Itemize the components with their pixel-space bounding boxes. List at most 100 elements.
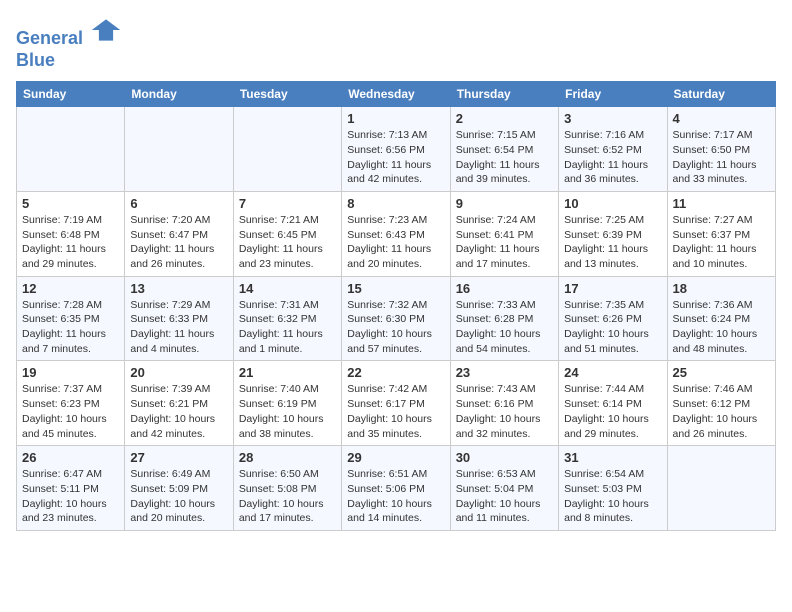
calendar-cell: 4 Sunrise: 7:17 AM Sunset: 6:50 PM Daylig… — [667, 107, 775, 192]
day-info: Sunrise: 7:36 AM Sunset: 6:24 PM Dayligh… — [673, 298, 770, 357]
calendar-cell: 21 Sunrise: 7:40 AM Sunset: 6:19 PM Dayli… — [233, 361, 341, 446]
calendar-cell: 7 Sunrise: 7:21 AM Sunset: 6:45 PM Daylig… — [233, 191, 341, 276]
day-header-saturday: Saturday — [667, 82, 775, 107]
day-number: 17 — [564, 281, 661, 296]
day-info: Sunrise: 7:43 AM Sunset: 6:16 PM Dayligh… — [456, 382, 553, 441]
day-number: 6 — [130, 196, 227, 211]
day-header-tuesday: Tuesday — [233, 82, 341, 107]
day-info: Sunrise: 6:51 AM Sunset: 5:06 PM Dayligh… — [347, 467, 444, 526]
day-info: Sunrise: 7:24 AM Sunset: 6:41 PM Dayligh… — [456, 213, 553, 272]
day-info: Sunrise: 7:15 AM Sunset: 6:54 PM Dayligh… — [456, 128, 553, 187]
day-number: 16 — [456, 281, 553, 296]
day-number: 9 — [456, 196, 553, 211]
day-info: Sunrise: 7:46 AM Sunset: 6:12 PM Dayligh… — [673, 382, 770, 441]
day-info: Sunrise: 6:50 AM Sunset: 5:08 PM Dayligh… — [239, 467, 336, 526]
day-number: 10 — [564, 196, 661, 211]
day-info: Sunrise: 7:13 AM Sunset: 6:56 PM Dayligh… — [347, 128, 444, 187]
day-info: Sunrise: 7:32 AM Sunset: 6:30 PM Dayligh… — [347, 298, 444, 357]
day-info: Sunrise: 7:27 AM Sunset: 6:37 PM Dayligh… — [673, 213, 770, 272]
day-number: 4 — [673, 111, 770, 126]
calendar-cell: 15 Sunrise: 7:32 AM Sunset: 6:30 PM Dayli… — [342, 276, 450, 361]
day-info: Sunrise: 7:20 AM Sunset: 6:47 PM Dayligh… — [130, 213, 227, 272]
calendar-cell: 10Sunrise: 7:25 AM Sunset: 6:39 PM Dayli… — [559, 191, 667, 276]
calendar-cell: 26 Sunrise: 6:47 AM Sunset: 5:11 PM Dayli… — [17, 446, 125, 531]
day-number: 23 — [456, 365, 553, 380]
week-row-3: 19Sunrise: 7:37 AM Sunset: 6:23 PM Dayli… — [17, 361, 776, 446]
day-number: 15 — [347, 281, 444, 296]
calendar-table: SundayMondayTuesdayWednesdayThursdayFrid… — [16, 81, 776, 531]
day-number: 14 — [239, 281, 336, 296]
day-number: 18 — [673, 281, 770, 296]
day-header-thursday: Thursday — [450, 82, 558, 107]
day-number: 13 — [130, 281, 227, 296]
day-info: Sunrise: 7:40 AM Sunset: 6:19 PM Dayligh… — [239, 382, 336, 441]
calendar-cell — [17, 107, 125, 192]
calendar-cell: 28Sunrise: 6:50 AM Sunset: 5:08 PM Dayli… — [233, 446, 341, 531]
day-number: 26 — [22, 450, 119, 465]
day-number: 25 — [673, 365, 770, 380]
calendar-cell: 13 Sunrise: 7:29 AM Sunset: 6:33 PM Dayli… — [125, 276, 233, 361]
day-info: Sunrise: 7:31 AM Sunset: 6:32 PM Dayligh… — [239, 298, 336, 357]
day-info: Sunrise: 6:54 AM Sunset: 5:03 PM Dayligh… — [564, 467, 661, 526]
calendar-cell: 11 Sunrise: 7:27 AM Sunset: 6:37 PM Dayli… — [667, 191, 775, 276]
day-info: Sunrise: 7:28 AM Sunset: 6:35 PM Dayligh… — [22, 298, 119, 357]
calendar-cell: 31Sunrise: 6:54 AM Sunset: 5:03 PM Dayli… — [559, 446, 667, 531]
calendar-cell: 19Sunrise: 7:37 AM Sunset: 6:23 PM Dayli… — [17, 361, 125, 446]
calendar-cell: 17Sunrise: 7:35 AM Sunset: 6:26 PM Dayli… — [559, 276, 667, 361]
day-info: Sunrise: 7:29 AM Sunset: 6:33 PM Dayligh… — [130, 298, 227, 357]
page-header: General Blue — [16, 16, 776, 71]
day-number: 27 — [130, 450, 227, 465]
day-number: 8 — [347, 196, 444, 211]
week-row-2: 12 Sunrise: 7:28 AM Sunset: 6:35 PM Dayli… — [17, 276, 776, 361]
calendar-body: 1 Sunrise: 7:13 AM Sunset: 6:56 PM Daylig… — [17, 107, 776, 531]
calendar-cell — [667, 446, 775, 531]
day-number: 29 — [347, 450, 444, 465]
day-number: 21 — [239, 365, 336, 380]
day-info: Sunrise: 7:39 AM Sunset: 6:21 PM Dayligh… — [130, 382, 227, 441]
calendar-cell: 8 Sunrise: 7:23 AM Sunset: 6:43 PM Daylig… — [342, 191, 450, 276]
calendar-cell: 30 Sunrise: 6:53 AM Sunset: 5:04 PM Dayli… — [450, 446, 558, 531]
calendar-cell: 23 Sunrise: 7:43 AM Sunset: 6:16 PM Dayli… — [450, 361, 558, 446]
calendar-cell: 5 Sunrise: 7:19 AM Sunset: 6:48 PM Daylig… — [17, 191, 125, 276]
day-info: Sunrise: 7:17 AM Sunset: 6:50 PM Dayligh… — [673, 128, 770, 187]
calendar-cell — [233, 107, 341, 192]
day-number: 24 — [564, 365, 661, 380]
day-number: 30 — [456, 450, 553, 465]
day-info: Sunrise: 7:44 AM Sunset: 6:14 PM Dayligh… — [564, 382, 661, 441]
day-header-sunday: Sunday — [17, 82, 125, 107]
calendar-cell: 14 Sunrise: 7:31 AM Sunset: 6:32 PM Dayli… — [233, 276, 341, 361]
day-info: Sunrise: 7:16 AM Sunset: 6:52 PM Dayligh… — [564, 128, 661, 187]
day-number: 2 — [456, 111, 553, 126]
calendar-cell: 16 Sunrise: 7:33 AM Sunset: 6:28 PM Dayli… — [450, 276, 558, 361]
day-number: 20 — [130, 365, 227, 380]
day-number: 12 — [22, 281, 119, 296]
calendar-cell: 2 Sunrise: 7:15 AM Sunset: 6:54 PM Daylig… — [450, 107, 558, 192]
week-row-4: 26 Sunrise: 6:47 AM Sunset: 5:11 PM Dayli… — [17, 446, 776, 531]
day-info: Sunrise: 7:37 AM Sunset: 6:23 PM Dayligh… — [22, 382, 119, 441]
logo-text: General Blue — [16, 16, 122, 71]
day-info: Sunrise: 7:42 AM Sunset: 6:17 PM Dayligh… — [347, 382, 444, 441]
day-number: 3 — [564, 111, 661, 126]
week-row-0: 1 Sunrise: 7:13 AM Sunset: 6:56 PM Daylig… — [17, 107, 776, 192]
calendar-cell: 27 Sunrise: 6:49 AM Sunset: 5:09 PM Dayli… — [125, 446, 233, 531]
day-info: Sunrise: 6:53 AM Sunset: 5:04 PM Dayligh… — [456, 467, 553, 526]
calendar-cell: 9 Sunrise: 7:24 AM Sunset: 6:41 PM Daylig… — [450, 191, 558, 276]
day-info: Sunrise: 7:23 AM Sunset: 6:43 PM Dayligh… — [347, 213, 444, 272]
day-info: Sunrise: 6:47 AM Sunset: 5:11 PM Dayligh… — [22, 467, 119, 526]
calendar-header: SundayMondayTuesdayWednesdayThursdayFrid… — [17, 82, 776, 107]
day-number: 5 — [22, 196, 119, 211]
day-header-monday: Monday — [125, 82, 233, 107]
calendar-cell: 29 Sunrise: 6:51 AM Sunset: 5:06 PM Dayli… — [342, 446, 450, 531]
day-number: 11 — [673, 196, 770, 211]
day-info: Sunrise: 7:33 AM Sunset: 6:28 PM Dayligh… — [456, 298, 553, 357]
week-row-1: 5 Sunrise: 7:19 AM Sunset: 6:48 PM Daylig… — [17, 191, 776, 276]
calendar-cell: 24 Sunrise: 7:44 AM Sunset: 6:14 PM Dayli… — [559, 361, 667, 446]
day-number: 7 — [239, 196, 336, 211]
day-info: Sunrise: 6:49 AM Sunset: 5:09 PM Dayligh… — [130, 467, 227, 526]
calendar-cell: 18 Sunrise: 7:36 AM Sunset: 6:24 PM Dayli… — [667, 276, 775, 361]
day-number: 1 — [347, 111, 444, 126]
day-info: Sunrise: 7:21 AM Sunset: 6:45 PM Dayligh… — [239, 213, 336, 272]
calendar-cell: 1 Sunrise: 7:13 AM Sunset: 6:56 PM Daylig… — [342, 107, 450, 192]
day-info: Sunrise: 7:19 AM Sunset: 6:48 PM Dayligh… — [22, 213, 119, 272]
day-header-wednesday: Wednesday — [342, 82, 450, 107]
